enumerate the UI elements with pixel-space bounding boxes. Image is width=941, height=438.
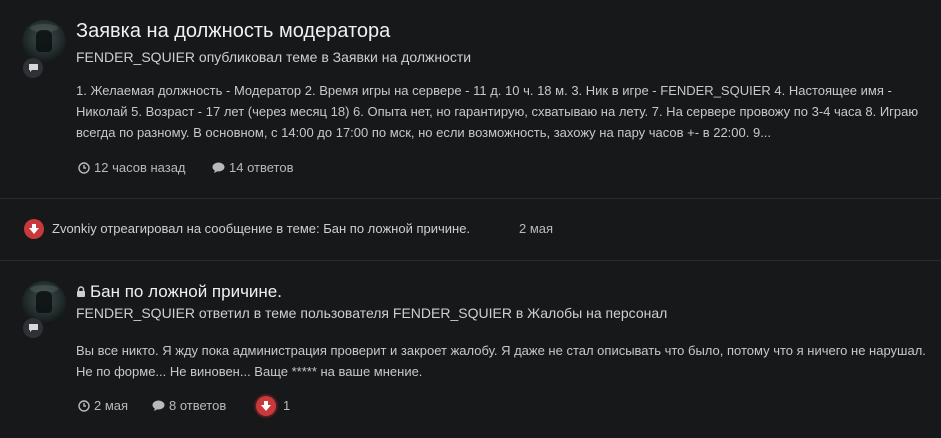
reaction-count: 1 (283, 398, 291, 413)
post-replies[interactable]: 8 ответов (152, 398, 226, 413)
post-replies[interactable]: 14 ответов (212, 160, 293, 175)
chat-bubble-icon (28, 324, 38, 332)
post-replies-text: 8 ответов (169, 398, 227, 413)
post-replies-text: 14 ответов (229, 160, 294, 175)
reaction-thumbs-down-button[interactable] (256, 396, 276, 416)
clock-icon (78, 399, 90, 412)
post-time[interactable]: 2 мая (78, 398, 128, 413)
post-time-text: 2 мая (94, 398, 129, 413)
post-excerpt: 1. Желаемая должность - Модератор 2. Вре… (76, 83, 919, 140)
thumbs-down-icon (261, 401, 271, 411)
comment-icon (212, 162, 225, 173)
post-title-text: Бан по ложной причине. (90, 282, 282, 301)
post-title[interactable]: Бан по ложной причине. (76, 282, 282, 302)
clock-icon (78, 161, 90, 174)
comment-icon (152, 400, 165, 411)
divider (0, 260, 941, 261)
post-type-badge (23, 318, 43, 338)
chat-bubble-icon (28, 64, 38, 72)
reaction-date: 2 мая (519, 221, 554, 236)
post-meta[interactable]: FENDER_SQUIER ответил в теме пользовател… (76, 305, 667, 321)
lock-icon (77, 286, 85, 297)
post-meta[interactable]: FENDER_SQUIER опубликовал теме в Заявки … (76, 49, 471, 65)
post-time[interactable]: 12 часов назад (78, 160, 186, 175)
post-title[interactable]: Заявка на должность модератора (76, 20, 390, 43)
reaction-text[interactable]: Zvonkiy отреагировал на сообщение в теме… (52, 221, 470, 236)
thumbs-down-icon (24, 219, 44, 239)
post-type-badge (23, 58, 43, 78)
post-time-text: 12 часов назад (94, 160, 186, 175)
divider (0, 198, 941, 199)
post-excerpt: Вы все никто. Я жду пока администрация п… (76, 343, 926, 379)
author-avatar[interactable] (22, 20, 66, 64)
